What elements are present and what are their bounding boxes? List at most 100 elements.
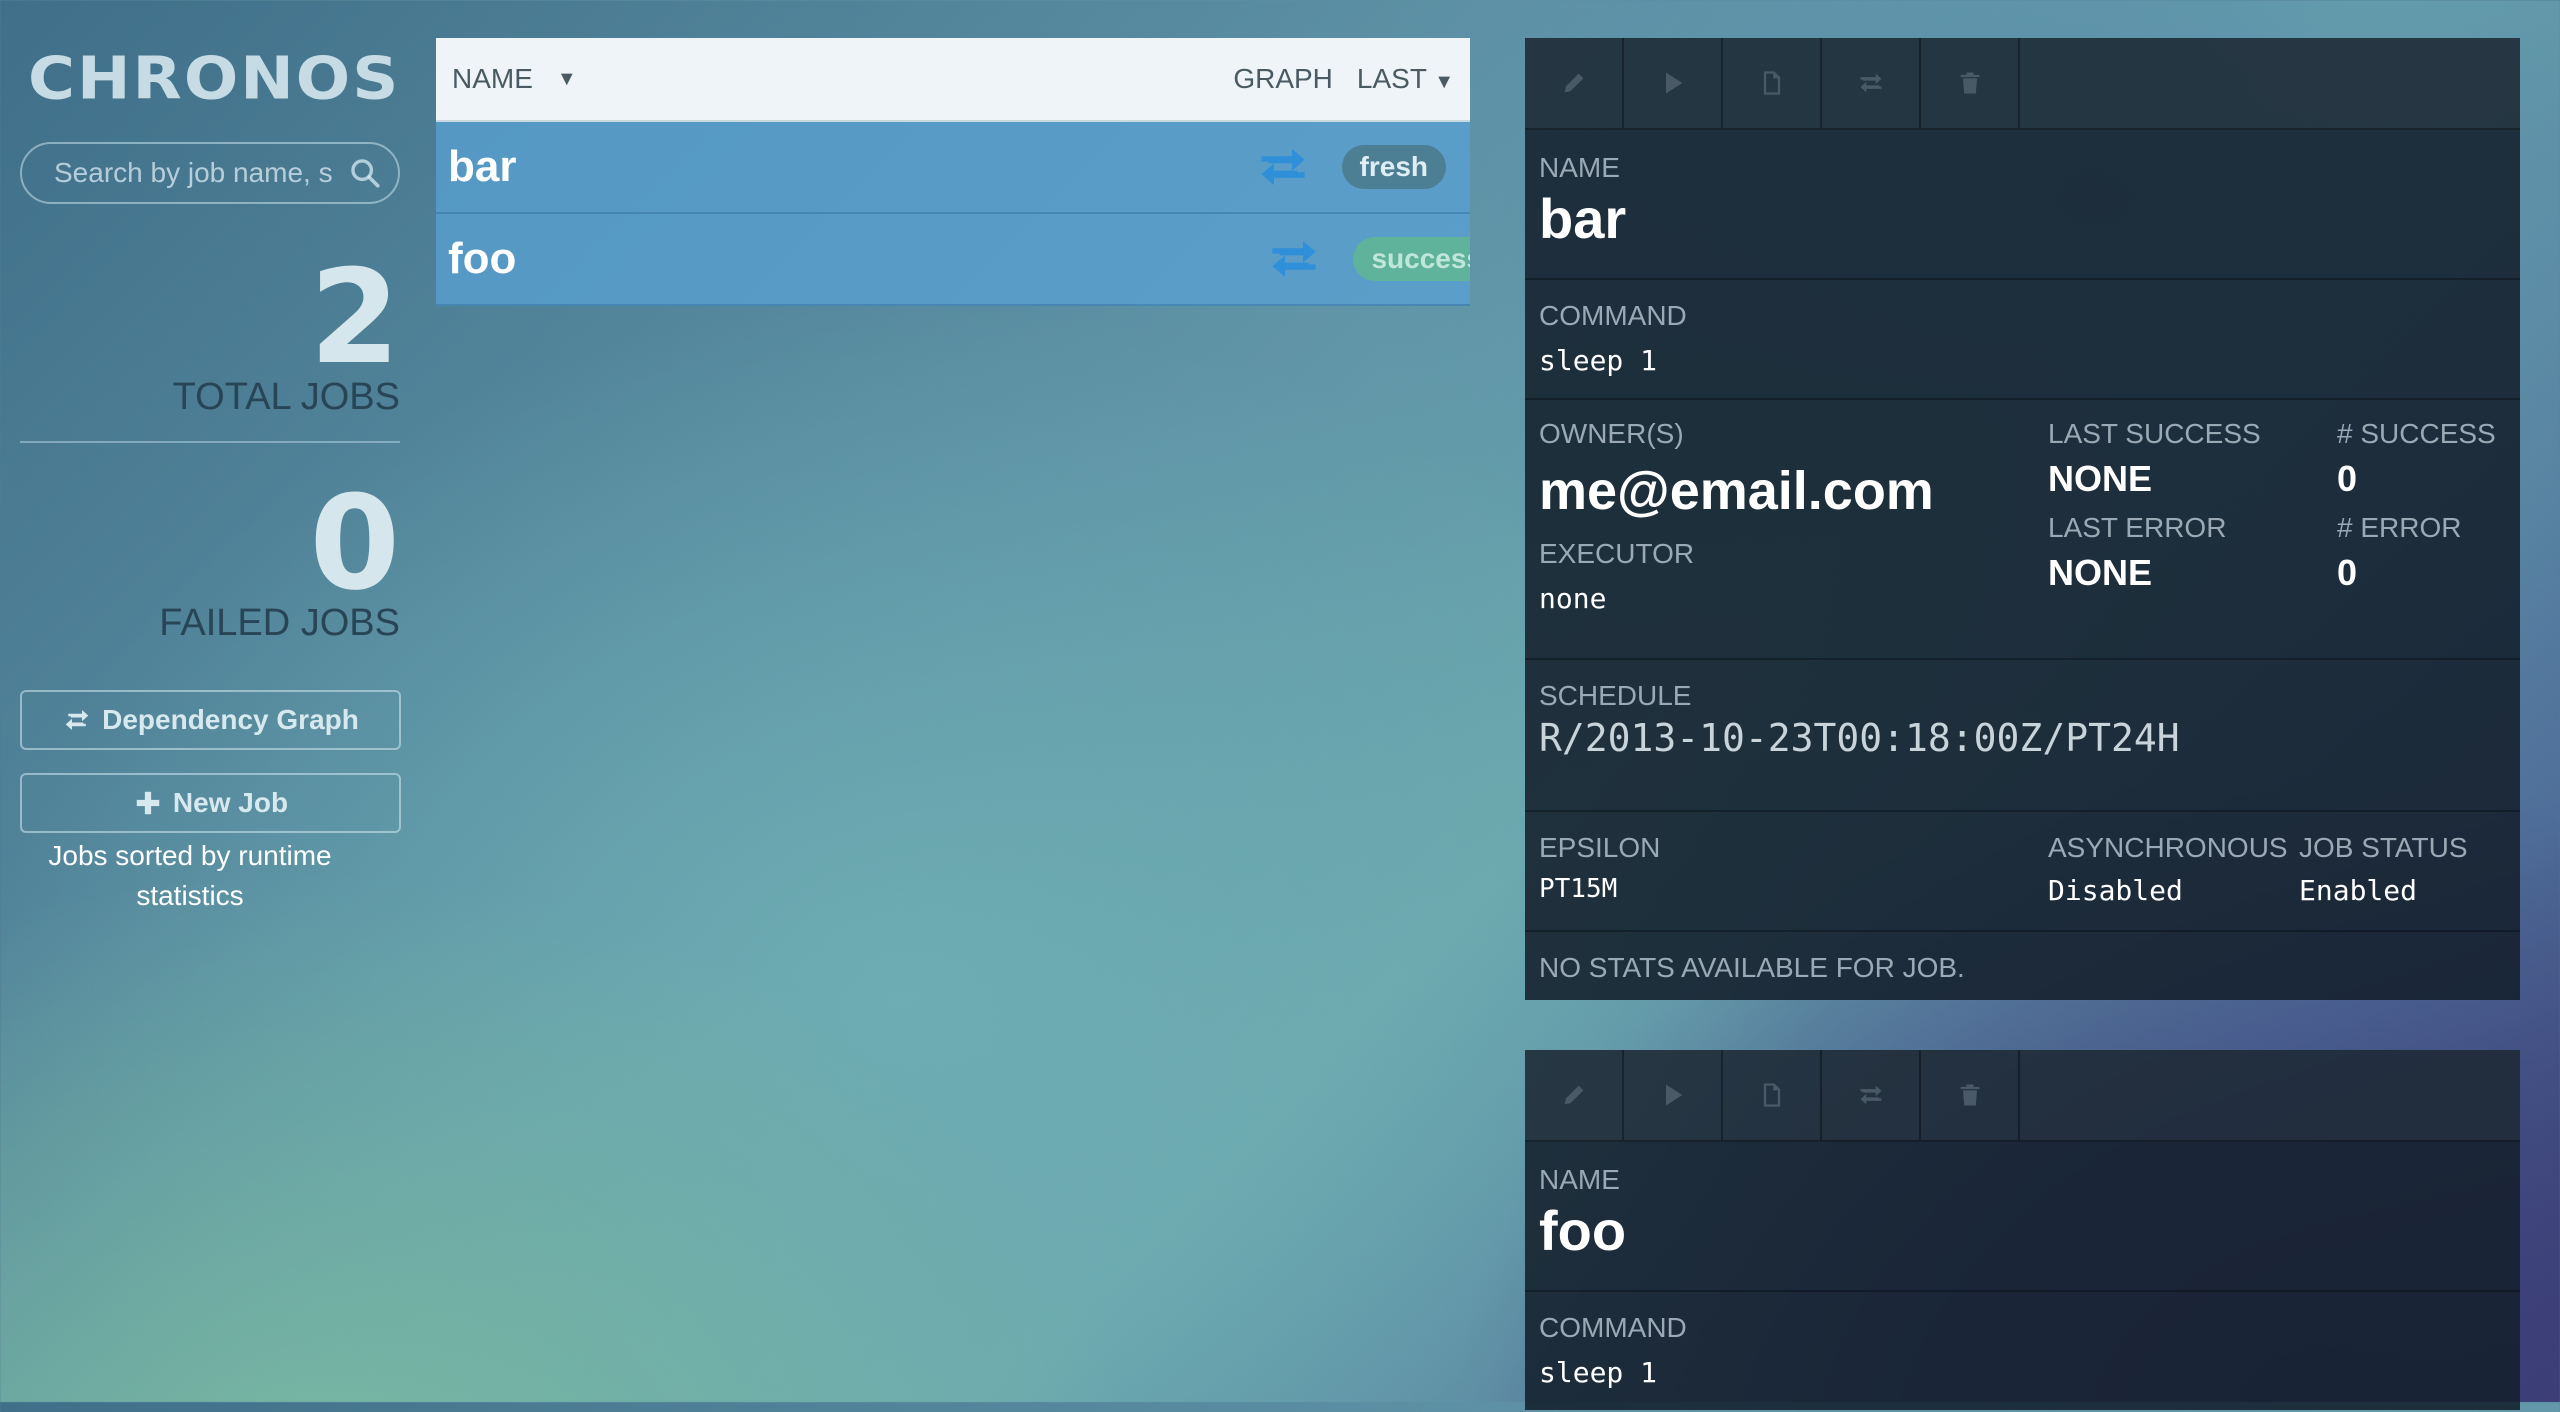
edit-button[interactable] [1525, 1050, 1624, 1140]
pencil-icon [1564, 73, 1583, 93]
total-jobs-count: 2 [309, 241, 400, 393]
edit-button[interactable] [1525, 38, 1624, 128]
job-status-value: Enabled [2299, 874, 2418, 907]
graph-retweet-icon[interactable] [1267, 239, 1321, 279]
name-section: NAME foo [1525, 1142, 2520, 1292]
run-button[interactable] [1624, 38, 1723, 128]
total-jobs-label: TOTAL JOBS [172, 376, 400, 418]
epsilon-label: EPSILON [1539, 832, 1661, 863]
last-column-header[interactable]: LAST ▼ [1357, 63, 1454, 95]
success-count-value: 0 [2337, 458, 2358, 499]
status-badge: success [1353, 237, 1470, 281]
schedule-section: SCHEDULE R/2013-10-23T00:18:00Z/PT24H [1525, 660, 2520, 812]
epsilon-value: PT15M [1539, 874, 1618, 904]
sort-caret-icon[interactable]: ▼ [557, 68, 577, 91]
failed-jobs-stat: 0 FAILED JOBS [159, 478, 400, 645]
delete-button[interactable] [1921, 38, 2020, 128]
job-toolbar [1525, 1050, 2520, 1142]
dependency-graph-button[interactable]: Dependency Graph [20, 690, 401, 750]
delete-button[interactable] [1921, 1050, 2020, 1140]
error-count-label: # ERROR [2337, 512, 2462, 543]
job-status-label: JOB STATUS [2299, 832, 2468, 863]
app-logo[interactable]: CHRONOS [28, 45, 400, 113]
trash-icon [1960, 72, 1979, 94]
options-section: EPSILON PT15M ASYNCHRONOUS Disabled JOB … [1525, 812, 2520, 932]
stats-divider [20, 441, 400, 443]
name-column-header[interactable]: NAME ▼ [452, 63, 1233, 95]
command-section: COMMAND sleep 1 [1525, 1292, 2520, 1412]
command-label: COMMAND [1539, 300, 1687, 331]
command-section: COMMAND sleep 1 [1525, 280, 2520, 400]
play-icon [1665, 72, 1682, 94]
schedule-label: SCHEDULE [1539, 680, 1692, 711]
failed-jobs-count: 0 [309, 467, 400, 619]
command-value: sleep 1 [1539, 1356, 1658, 1389]
job-detail-bar: NAME bar COMMAND sleep 1 OWNER(S) me@ema… [1525, 38, 2520, 1000]
sort-note: Jobs sorted by runtime statistics [48, 840, 332, 911]
retweet-icon [1860, 73, 1881, 93]
success-count-label: # SUCCESS [2337, 418, 2496, 449]
dependency-button[interactable] [1822, 1050, 1921, 1140]
search-icon[interactable] [348, 156, 382, 190]
job-name: foo [448, 234, 517, 283]
dependency-button[interactable] [1822, 38, 1921, 128]
count-stats-block: # SUCCESS 0 # ERROR 0 [2337, 418, 2496, 594]
last-stats-block: LAST SUCCESS NONE LAST ERROR NONE [2048, 418, 2261, 594]
stats-note: NO STATS AVAILABLE FOR JOB. [1539, 952, 1965, 983]
trash-icon [1960, 1084, 1979, 1106]
pencil-icon [1564, 1085, 1583, 1105]
job-list: NAME ▼ GRAPH LAST ▼ bar fresh foo succes… [436, 38, 1470, 306]
job-row-bar[interactable]: bar fresh [436, 122, 1470, 214]
last-column-label: LAST [1356, 63, 1427, 94]
last-success-value: NONE [2048, 458, 2153, 499]
job-status-block: JOB STATUS Enabled [2299, 832, 2468, 907]
total-jobs-stat: 2 TOTAL JOBS [173, 252, 400, 419]
job-name: bar [448, 142, 517, 191]
owners-label: OWNER(S) [1539, 418, 1684, 449]
async-block: ASYNCHRONOUS Disabled [2048, 832, 2288, 907]
owners-value: me@email.com [1539, 461, 1934, 521]
stats-section: NO STATS AVAILABLE FOR JOB. [1525, 932, 2520, 984]
name-label: NAME [1539, 152, 1620, 183]
async-value: Disabled [2048, 874, 2183, 907]
run-button[interactable] [1624, 1050, 1723, 1140]
graph-retweet-icon[interactable] [1256, 147, 1310, 187]
new-job-button[interactable]: New Job [20, 773, 401, 833]
job-title: bar [1539, 187, 1627, 250]
name-label: NAME [1539, 1164, 1620, 1195]
copy-button[interactable] [1723, 1050, 1822, 1140]
last-error-label: LAST ERROR [2048, 512, 2227, 543]
job-row-foo[interactable]: foo success [436, 214, 1470, 306]
job-list-header: NAME ▼ GRAPH LAST ▼ [436, 38, 1470, 122]
retweet-icon [65, 710, 89, 730]
search-input[interactable] [52, 156, 340, 190]
job-toolbar [1525, 38, 2520, 130]
graph-column-header[interactable]: GRAPH [1233, 63, 1333, 95]
copy-button[interactable] [1723, 38, 1822, 128]
failed-jobs-label: FAILED JOBS [159, 602, 400, 644]
search-box[interactable] [20, 142, 400, 204]
error-count-value: 0 [2337, 552, 2358, 593]
executor-value: none [1539, 582, 1607, 615]
dependency-graph-label: Dependency Graph [102, 704, 359, 735]
last-success-label: LAST SUCCESS [2048, 418, 2261, 449]
executor-label: EXECUTOR [1539, 538, 1695, 569]
retweet-icon [1860, 1085, 1881, 1105]
job-title: foo [1539, 1199, 1627, 1262]
command-label: COMMAND [1539, 1312, 1687, 1343]
new-job-label: New Job [172, 787, 289, 818]
owners-block: OWNER(S) me@email.com EXECUTOR none [1539, 418, 1934, 615]
owner-stats-section: OWNER(S) me@email.com EXECUTOR none LAST… [1525, 400, 2520, 660]
play-icon [1665, 1084, 1682, 1106]
epsilon-block: EPSILON PT15M [1539, 832, 1660, 904]
name-column-label: NAME [452, 63, 533, 94]
job-detail-foo: NAME foo COMMAND sleep 1 [1525, 1050, 2520, 1410]
async-label: ASYNCHRONOUS [2048, 832, 2288, 863]
schedule-value: R/2013-10-23T00:18:00Z/PT24H [1539, 716, 2180, 760]
status-badge: fresh [1341, 145, 1446, 189]
file-icon [1763, 1083, 1780, 1107]
name-section: NAME bar [1525, 130, 2520, 280]
file-icon [1763, 71, 1780, 95]
last-error-value: NONE [2048, 552, 2153, 593]
command-value: sleep 1 [1539, 344, 1658, 377]
